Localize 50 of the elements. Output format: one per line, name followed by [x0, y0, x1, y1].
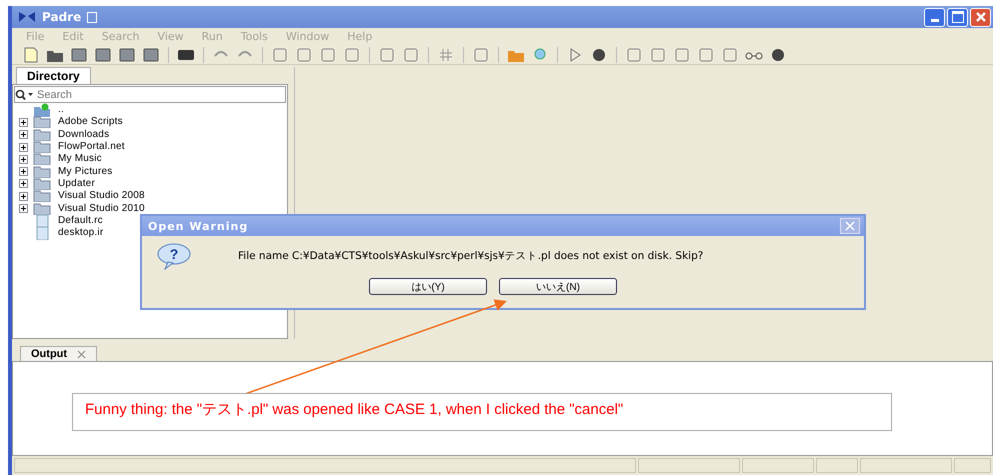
maximize-button[interactable] — [947, 8, 968, 26]
folder-icon — [32, 166, 52, 178]
status-bar-panel — [954, 458, 991, 473]
expand-toggle[interactable] — [19, 130, 28, 140]
expand-toggle[interactable] — [19, 167, 28, 176]
expand-toggle[interactable] — [19, 192, 28, 201]
folder-icon — [32, 190, 52, 202]
tree-item[interactable]: Adobe Scripts — [58, 116, 123, 128]
search-field[interactable]: Search — [14, 86, 286, 103]
folder-icon — [32, 128, 52, 141]
stop-icon[interactable] — [769, 47, 787, 63]
expand-toggle[interactable] — [19, 204, 28, 214]
folder-icon — [32, 153, 52, 166]
folder-icon — [32, 116, 52, 128]
tree-item[interactable]: Visual Studio 2008 — [58, 190, 145, 202]
status-bar-panel — [816, 458, 858, 473]
dialog-button[interactable]: はい(Y) — [369, 278, 487, 295]
stop-icon[interactable] — [590, 47, 608, 63]
expand-toggle[interactable] — [19, 154, 28, 164]
tree-item[interactable]: Default.rc — [58, 214, 103, 227]
butterfly-icon — [18, 11, 36, 23]
expand-toggle[interactable] — [19, 118, 28, 127]
folder-icon — [32, 141, 52, 154]
dialog-title: Open Warning — [148, 220, 248, 232]
tree-item[interactable]: Visual Studio 2010 — [58, 202, 145, 215]
tree-item[interactable]: My Pictures — [58, 166, 112, 178]
tree-item[interactable]: desktop.ir — [58, 227, 104, 240]
expand-toggle[interactable] — [19, 142, 28, 152]
dialog-button[interactable]: いいえ(N) — [499, 278, 617, 295]
folder-icon — [32, 178, 52, 190]
tree-item[interactable]: Updater — [58, 178, 95, 190]
tree-item[interactable]: Downloads — [58, 128, 110, 141]
tree-item[interactable]: .. — [58, 104, 64, 116]
tree-item[interactable]: FlowPortal.net — [58, 141, 125, 154]
search-input[interactable]: Search — [37, 88, 237, 100]
minimize-button[interactable] — [924, 8, 945, 26]
directory-tab[interactable]: Directory — [16, 67, 91, 84]
hash-icon[interactable] — [437, 47, 455, 63]
tree-item[interactable]: My Music — [58, 153, 102, 166]
square-icon — [87, 12, 98, 22]
window-title: Padre — [42, 10, 82, 24]
folder-icon — [32, 202, 52, 215]
status-bar-panel — [742, 458, 814, 473]
search-icon — [15, 88, 35, 100]
new-file-icon[interactable] — [22, 47, 40, 63]
expand-toggle[interactable] — [19, 179, 28, 188]
folder-up-icon — [32, 103, 52, 118]
dialog-message: File name C:¥Data¥CTS¥tools¥Askul¥src¥perl¥sjs¥テスト.pl does not exist on disk. Skip? — [238, 249, 704, 263]
output-tab[interactable]: Output — [20, 346, 98, 361]
annotation-note: Funny thing: the "テスト.pl" was opened like CASE 1, when I clicked the "cancel" — [72, 393, 892, 431]
